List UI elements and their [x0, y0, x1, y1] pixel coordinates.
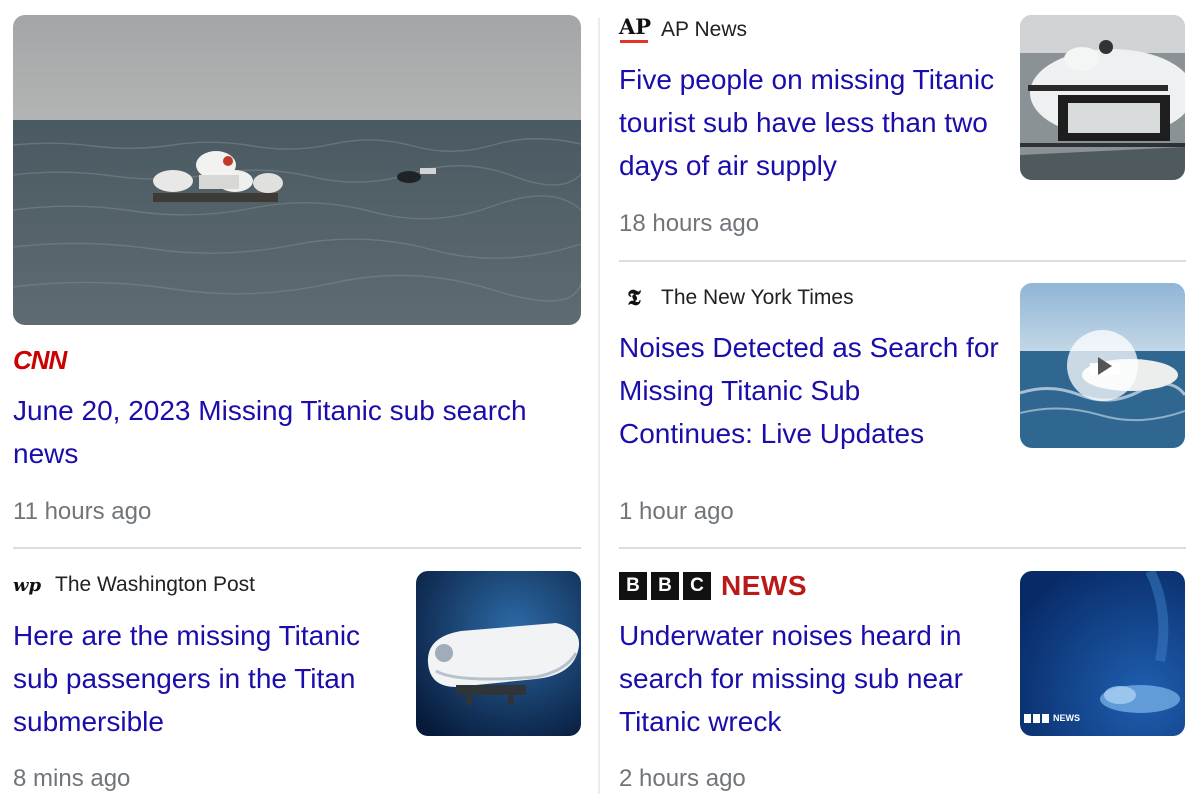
news-card-nyt[interactable]: 𝕿 The New York Times Noises Detected as …: [605, 265, 1200, 543]
nyt-source-row: 𝕿 The New York Times: [619, 283, 854, 313]
nyt-headline[interactable]: Noises Detected as Search for Missing Ti…: [619, 326, 999, 455]
row-divider-left: [13, 547, 581, 549]
bbc-source-row: B B C NEWS: [619, 570, 807, 602]
cnn-thumbnail[interactable]: [13, 15, 581, 325]
ap-headline[interactable]: Five people on missing Titanic tourist s…: [619, 58, 999, 187]
bbc-news-logo: B B C NEWS: [619, 570, 807, 602]
wp-source-row: wp The Washington Post: [13, 570, 255, 600]
wp-source-name: The Washington Post: [55, 573, 255, 596]
bbc-thumbnail[interactable]: NEWS: [1020, 571, 1185, 736]
bbc-logo-letter-2: B: [651, 572, 679, 600]
nyt-timestamp: 1 hour ago: [619, 498, 734, 525]
cnn-logo: CNN: [13, 344, 67, 375]
cnn-source-row: CNN: [13, 344, 67, 375]
news-card-ap[interactable]: AP AP News Five people on missing Titani…: [605, 0, 1200, 258]
news-card-cnn[interactable]: CNN June 20, 2023 Missing Titanic sub se…: [0, 0, 590, 540]
column-divider: [598, 18, 600, 794]
ap-source-name: AP News: [661, 18, 747, 41]
bbc-thumbnail-watermark: NEWS: [1024, 713, 1080, 723]
ap-source-row: AP AP News: [619, 15, 747, 45]
news-card-washington-post[interactable]: wp The Washington Post Here are the miss…: [0, 552, 590, 808]
nyt-thumbnail[interactable]: [1020, 283, 1185, 448]
wp-headline[interactable]: Here are the missing Titanic sub passeng…: [13, 614, 393, 743]
wp-timestamp: 8 mins ago: [13, 765, 131, 792]
ap-logo: AP: [619, 15, 651, 45]
ap-thumbnail[interactable]: [1020, 15, 1185, 180]
nyt-source-name: The New York Times: [661, 286, 854, 309]
cnn-headline[interactable]: June 20, 2023 Missing Titanic sub search…: [13, 389, 573, 475]
play-video-icon[interactable]: [1067, 330, 1138, 401]
cnn-timestamp: 11 hours ago: [13, 498, 152, 525]
bbc-logo-letter-1: B: [619, 572, 647, 600]
row-divider-right-2: [619, 547, 1186, 549]
bbc-headline[interactable]: Underwater noises heard in search for mi…: [619, 614, 999, 743]
bbc-logo-letter-3: C: [683, 572, 711, 600]
bbc-timestamp: 2 hours ago: [619, 765, 746, 792]
nyt-logo: 𝕿: [627, 285, 641, 311]
news-card-bbc[interactable]: B B C NEWS Underwater noises heard in se…: [605, 552, 1200, 808]
washington-post-logo: wp: [13, 574, 42, 596]
wp-thumbnail[interactable]: [416, 571, 581, 736]
ap-timestamp: 18 hours ago: [619, 210, 760, 237]
bbc-watermark-word: NEWS: [1053, 713, 1080, 723]
row-divider-right-1: [619, 260, 1186, 262]
bbc-logo-word: NEWS: [721, 570, 807, 601]
